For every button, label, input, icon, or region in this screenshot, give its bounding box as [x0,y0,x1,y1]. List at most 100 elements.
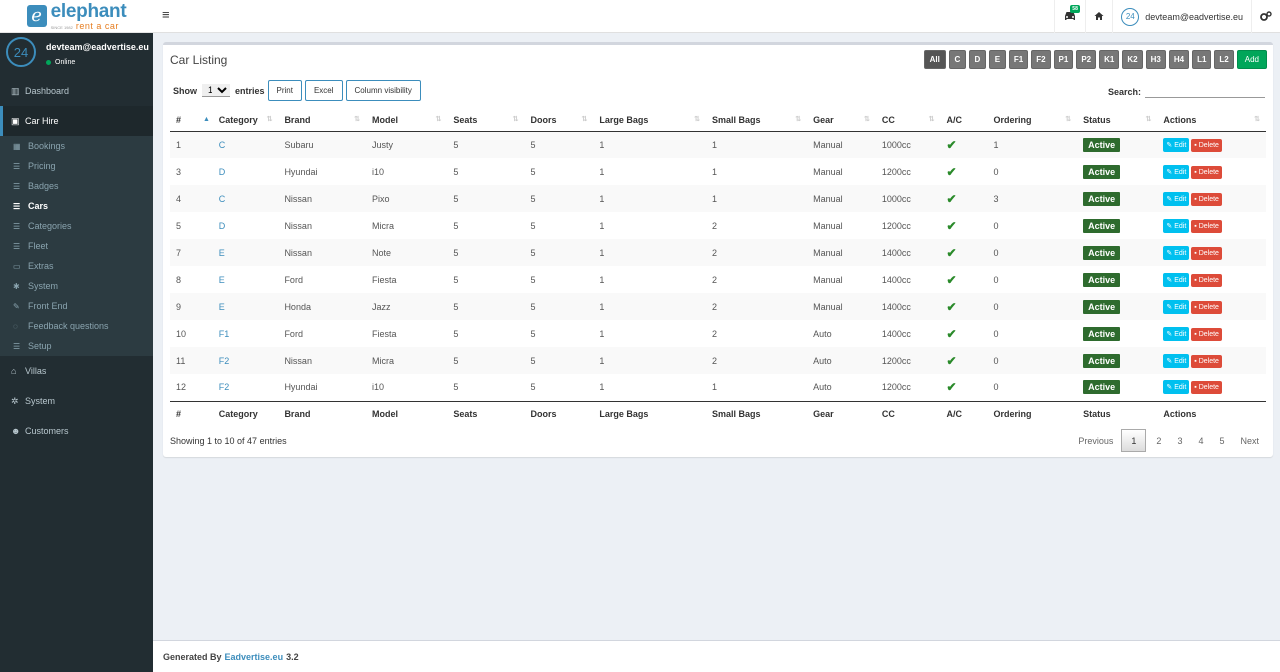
delete-button[interactable]: ▪ Delete [1191,138,1222,152]
filter-h3-button[interactable]: H3 [1145,50,1166,69]
cell[interactable]: F2 [213,374,279,401]
delete-button[interactable]: ▪ Delete [1191,327,1222,341]
add-button[interactable]: Add [1236,50,1267,69]
sidebar-item-extras[interactable]: ▭ Extras [0,256,153,276]
delete-button[interactable]: ▪ Delete [1191,381,1222,395]
column-header[interactable]: Large Bags ⇅ [593,110,706,132]
filter-f2-button[interactable]: F2 [1031,50,1051,69]
sidebar-item-car-hire[interactable]: ▣ Car Hire [0,106,153,136]
delete-button[interactable]: ▪ Delete [1191,219,1222,233]
status-badge[interactable]: Active [1083,380,1121,395]
delete-button[interactable]: ▪ Delete [1191,192,1222,206]
sidebar-item-bookings[interactable]: ▦ Bookings [0,136,153,156]
status-badge[interactable]: Active [1083,326,1121,341]
pagination-page-2[interactable]: 2 [1148,429,1169,452]
settings-link[interactable] [1251,0,1280,33]
column-header[interactable]: # ▲ [170,110,213,132]
footer-link[interactable]: Eadvertise.eu [225,652,284,662]
car-notifications[interactable]: 58 [1054,0,1085,33]
edit-button[interactable]: ✎ Edit [1163,218,1190,233]
cell[interactable]: D [213,212,279,239]
search-input[interactable] [1145,85,1265,98]
user-menu[interactable]: 24 devteam@eadvertise.eu [1112,0,1251,33]
filter-all-button[interactable]: All [923,50,946,69]
status-badge[interactable]: Active [1083,164,1121,179]
sidebar-toggle-icon[interactable]: ≡ [162,8,174,21]
status-badge[interactable]: Active [1083,137,1121,152]
sidebar-item-cars[interactable]: ☰ Cars [0,196,153,216]
sidebar-item-customers[interactable]: ☻ Customers [0,416,153,446]
sidebar-item-pricing[interactable]: ☰ Pricing [0,156,153,176]
sidebar-item-badges[interactable]: ☰ Badges [0,176,153,196]
pagination-page-4[interactable]: 4 [1190,429,1211,452]
edit-button[interactable]: ✎ Edit [1163,353,1190,368]
column-header[interactable]: A/C [940,110,988,132]
excel-button[interactable]: Excel [304,80,343,101]
status-badge[interactable]: Active [1083,299,1121,314]
filter-k2-button[interactable]: K2 [1122,50,1143,69]
cell[interactable]: D [213,158,279,185]
print-button[interactable]: Print [267,80,302,101]
pagination-page-5[interactable]: 5 [1211,429,1232,452]
edit-button[interactable]: ✎ Edit [1163,299,1190,314]
filter-f1-button[interactable]: F1 [1008,50,1029,69]
status-badge[interactable]: Active [1083,191,1121,206]
cell[interactable]: C [213,185,279,212]
column-header[interactable]: Category ⇅ [212,110,279,132]
sidebar-item-system-main[interactable]: ✲ System [0,386,153,416]
cell[interactable]: E [213,266,279,293]
filter-c-button[interactable]: C [948,50,966,69]
filter-l2-button[interactable]: L2 [1214,50,1234,69]
delete-button[interactable]: ▪ Delete [1191,273,1222,287]
column-header[interactable]: Doors ⇅ [524,110,594,132]
status-badge[interactable]: Active [1083,272,1121,287]
filter-p2-button[interactable]: P2 [1076,50,1097,69]
column-header[interactable]: CC ⇅ [875,110,941,132]
entries-select[interactable]: 10 [202,84,230,97]
status-badge[interactable]: Active [1083,218,1121,233]
status-badge[interactable]: Active [1083,245,1121,260]
brand-logo[interactable]: e elephant SINCE 1982 rent a car [0,0,153,33]
column-visibility-button[interactable]: Column visibility [345,80,421,101]
edit-button[interactable]: ✎ Edit [1163,380,1190,395]
filter-k1-button[interactable]: K1 [1099,50,1120,69]
edit-button[interactable]: ✎ Edit [1163,245,1190,260]
cell[interactable]: F2 [213,347,279,374]
cell[interactable]: E [213,293,279,320]
filter-p1-button[interactable]: P1 [1053,50,1074,69]
sidebar-item-villas[interactable]: ⌂ Villas [0,356,153,386]
column-header[interactable]: Status ⇅ [1077,110,1158,132]
sidebar-item-setup[interactable]: ☰ Setup [0,336,153,356]
filter-h4-button[interactable]: H4 [1168,50,1190,69]
column-header[interactable]: Actions ⇅ [1157,110,1266,132]
edit-button[interactable]: ✎ Edit [1163,191,1190,206]
delete-button[interactable]: ▪ Delete [1191,354,1222,368]
column-header[interactable]: Brand ⇅ [278,110,367,132]
delete-button[interactable]: ▪ Delete [1191,300,1222,314]
cell[interactable]: E [213,239,279,266]
delete-button[interactable]: ▪ Delete [1191,246,1222,260]
pagination-next[interactable]: Next [1232,429,1267,452]
pagination-page-1[interactable]: 1 [1121,429,1147,452]
column-header[interactable]: Model ⇅ [366,110,448,132]
filter-e-button[interactable]: E [988,50,1006,69]
pagination-page-3[interactable]: 3 [1169,429,1190,452]
sidebar-item-categories[interactable]: ☰ Categories [0,216,153,236]
home-link[interactable] [1085,0,1112,33]
sidebar-item-fleet[interactable]: ☰ Fleet [0,236,153,256]
sidebar-item-front-end[interactable]: ✎ Front End [0,296,153,316]
cell[interactable]: F1 [213,320,279,347]
pagination-previous[interactable]: Previous [1070,429,1121,452]
filter-l1-button[interactable]: L1 [1192,50,1212,69]
column-header[interactable]: Gear ⇅ [807,110,876,132]
sidebar-item-system[interactable]: ✱ System [0,276,153,296]
delete-button[interactable]: ▪ Delete [1191,165,1222,179]
filter-d-button[interactable]: D [968,50,986,69]
edit-button[interactable]: ✎ Edit [1163,164,1190,179]
column-header[interactable]: Ordering ⇅ [987,110,1078,132]
edit-button[interactable]: ✎ Edit [1163,272,1190,287]
status-badge[interactable]: Active [1083,353,1121,368]
edit-button[interactable]: ✎ Edit [1163,326,1190,341]
edit-button[interactable]: ✎ Edit [1163,137,1190,152]
column-header[interactable]: Small Bags ⇅ [705,110,808,132]
